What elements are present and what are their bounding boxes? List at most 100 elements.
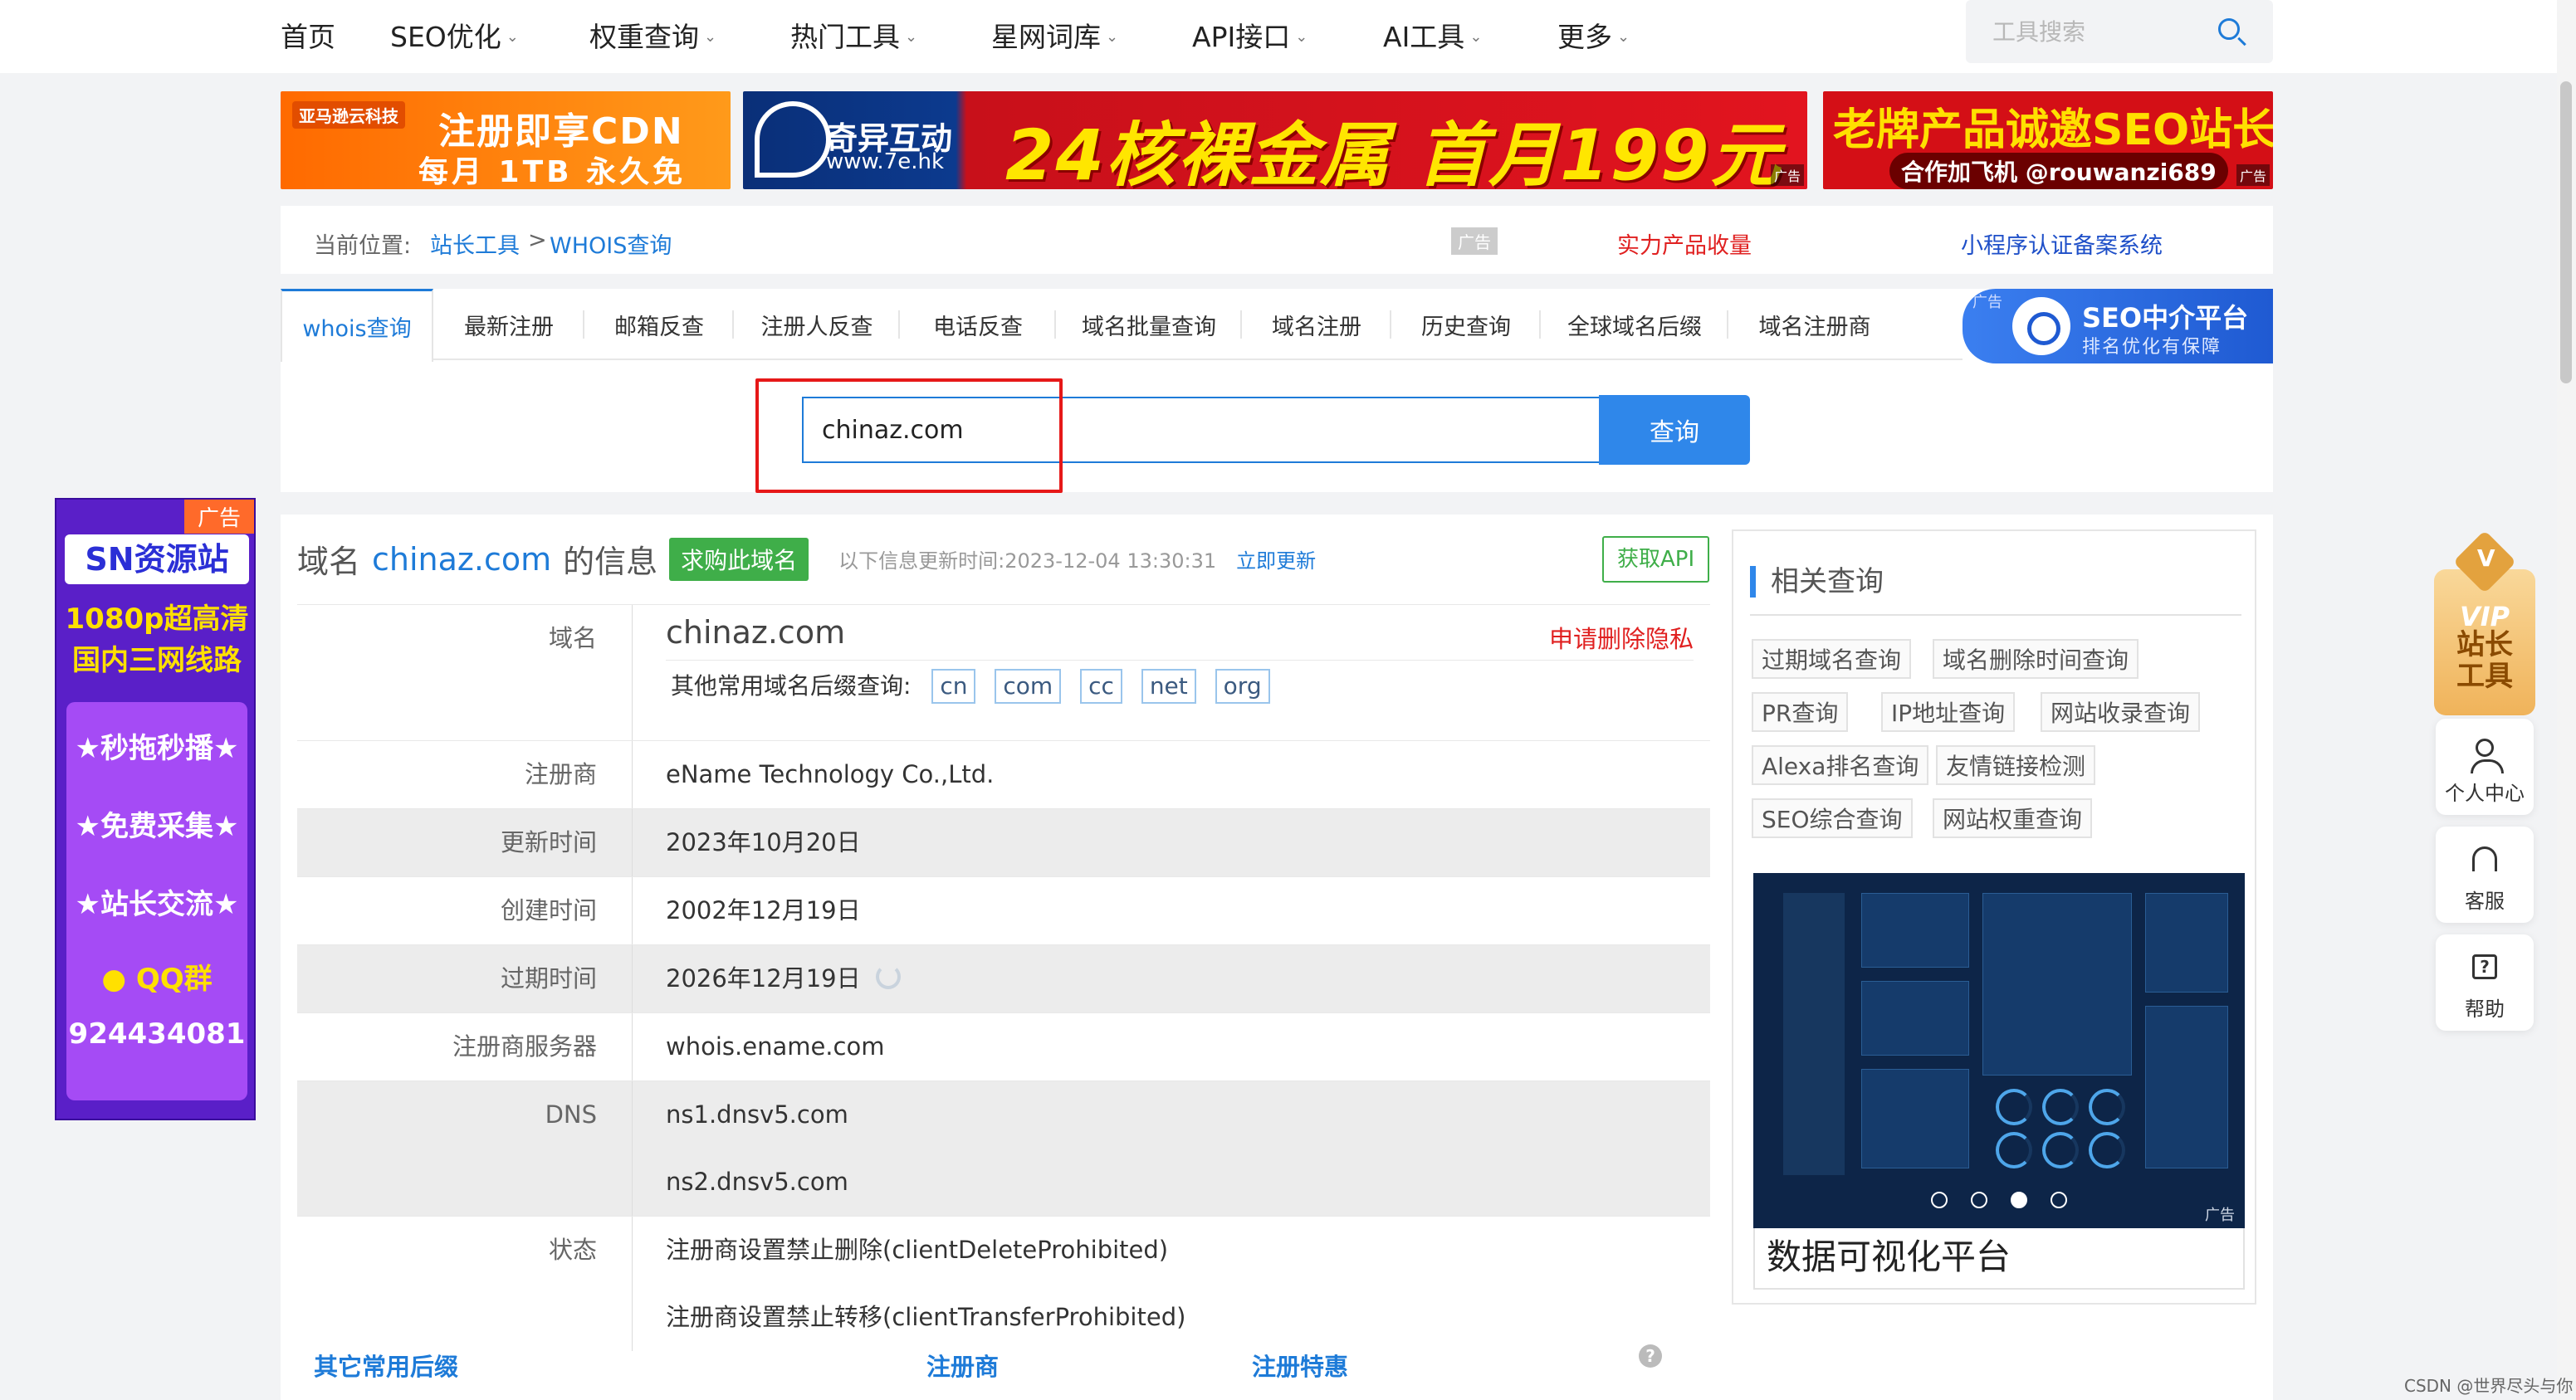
tab-latest-registered[interactable]: 最新注册 bbox=[433, 289, 584, 360]
related-link[interactable]: 网站权重查询 bbox=[1933, 798, 2093, 838]
query-button[interactable]: 查询 bbox=[1599, 395, 1750, 465]
help-icon[interactable]: ? bbox=[1639, 1344, 1662, 1368]
row-key-label: 注册商服务器 bbox=[452, 1032, 597, 1061]
table-row-status: 状态 注册商设置禁止删除(clientDeleteProhibited) 注册商… bbox=[297, 1217, 1710, 1351]
suffix-link-org[interactable]: org bbox=[1215, 669, 1270, 704]
carousel-dot[interactable] bbox=[1971, 1192, 1987, 1208]
tab-history[interactable]: 历史查询 bbox=[1391, 289, 1541, 360]
ad-side-line2: 国内三网线路 bbox=[72, 644, 242, 677]
search-icon[interactable] bbox=[2218, 18, 2240, 40]
ad-dashboard-caption[interactable]: 数据可视化平台 bbox=[1753, 1228, 2245, 1290]
whois-table: 域名 chinaz.com 其他常用域名后缀查询: cn com cc net … bbox=[297, 604, 1710, 1351]
tab-global-suffix[interactable]: 全球域名后缀 bbox=[1541, 289, 1728, 360]
ad-side-line1: 1080p超高清 bbox=[65, 602, 249, 636]
updated-value: 2023年10月20日 bbox=[666, 828, 861, 856]
ad-seo-platform-title: SEO中介平台 bbox=[2082, 302, 2249, 334]
ad-seo-line2: 合作加飞机 @rouwanzi689 bbox=[1889, 153, 2228, 189]
result-domain[interactable]: chinaz.com bbox=[372, 541, 551, 578]
suffix-link-cc[interactable]: cc bbox=[1080, 669, 1122, 704]
update-now-link[interactable]: 立即更新 bbox=[1236, 544, 1316, 573]
row-key-label: 过期时间 bbox=[500, 964, 597, 993]
page-scrollbar-thumb[interactable] bbox=[2560, 81, 2572, 383]
carousel-dot-active[interactable] bbox=[2011, 1192, 2027, 1208]
dashboard-ring-graphic bbox=[2089, 1089, 2125, 1125]
row-key: 域名 bbox=[297, 605, 633, 740]
help-button[interactable]: ? 帮助 bbox=[2436, 934, 2534, 1031]
ad-amazon-cdn[interactable]: 亚马逊云科技 注册即享CDN 每月 1TB 永久免费! bbox=[281, 91, 731, 189]
nav-thesaurus[interactable]: 星网词库 ⌄ bbox=[991, 15, 1118, 55]
suffix-link-net[interactable]: net bbox=[1141, 669, 1196, 704]
row-key: 注册商服务器 bbox=[297, 1013, 633, 1080]
ad-side-qq: ● QQ群 bbox=[56, 956, 257, 997]
whois-tool-panel: whois查询 最新注册 邮箱反查 注册人反查 电话反查 域名批量查询 域名注册… bbox=[281, 289, 2273, 493]
related-link[interactable]: IP地址查询 bbox=[1881, 692, 2016, 732]
user-center-button[interactable]: 个人中心 bbox=[2436, 719, 2534, 815]
nav-weight[interactable]: 权重查询 ⌄ bbox=[589, 15, 716, 55]
tab-phone-reverse[interactable]: 电话反查 bbox=[900, 289, 1056, 360]
headset-icon bbox=[2472, 846, 2497, 871]
ad-side-sn[interactable]: 广告 SN资源站 1080p超高清 国内三网线路 ★秒拖秒播★ ★免费采集★ ★… bbox=[55, 498, 256, 1120]
user-icon bbox=[2471, 739, 2504, 773]
nav-api[interactable]: API接口 ⌄ bbox=[1192, 15, 1308, 55]
related-link[interactable]: SEO综合查询 bbox=[1752, 798, 1913, 838]
tab-email-reverse[interactable]: 邮箱反查 bbox=[584, 289, 734, 360]
related-link[interactable]: 网站收录查询 bbox=[2041, 692, 2201, 732]
related-link[interactable]: 过期域名查询 bbox=[1752, 639, 1912, 679]
suffix-label: 其他常用域名后缀查询: bbox=[671, 672, 912, 700]
promo-link-blue[interactable]: 小程序认证备案系统 bbox=[1961, 227, 2163, 260]
nav-seo-label: SEO优化 bbox=[390, 21, 501, 53]
nav-ai-tools[interactable]: AI工具 ⌄ bbox=[1383, 15, 1482, 55]
tab-label: 电话反查 bbox=[933, 314, 1023, 340]
dns-value: ns1.dnsv5.com bbox=[666, 1100, 848, 1129]
ad-side-qq-number: 924434081 bbox=[68, 1017, 246, 1051]
tool-search-input[interactable] bbox=[1992, 17, 2200, 46]
related-link[interactable]: 友情链接检测 bbox=[1936, 745, 2096, 785]
tab-label: 邮箱反查 bbox=[614, 314, 704, 340]
ad-mark: 广告 bbox=[1451, 227, 1498, 255]
chevron-down-icon: ⌄ bbox=[1617, 27, 1630, 46]
carousel-dot[interactable] bbox=[2051, 1192, 2067, 1208]
ad-qiyi[interactable]: 奇异互动 www.7e.hk 24核裸金属 首月199元 广告 bbox=[743, 91, 1807, 189]
get-api-button[interactable]: 获取API bbox=[1602, 536, 1710, 583]
dashboard-ring-graphic bbox=[1996, 1089, 2032, 1125]
promo-link-red[interactable]: 实力产品收量 bbox=[1617, 227, 1752, 260]
related-link[interactable]: PR查询 bbox=[1752, 692, 1849, 732]
help-icon: ? bbox=[2472, 954, 2497, 979]
related-title: 相关查询 bbox=[1750, 566, 1884, 598]
row-value: 2026年12月19日 bbox=[633, 945, 1710, 1012]
nav-hot-tools[interactable]: 热门工具 ⌄ bbox=[790, 15, 917, 55]
ad-seo-platform[interactable]: 广告 SEO中介平台 排名优化有保障 bbox=[1963, 289, 2273, 363]
registrar-value: eName Technology Co.,Ltd. bbox=[666, 760, 995, 788]
expires-value: 2026年12月19日 bbox=[666, 964, 861, 993]
nav-more[interactable]: 更多 ⌄ bbox=[1557, 15, 1630, 55]
refresh-icon[interactable] bbox=[875, 964, 901, 989]
nav-seo[interactable]: SEO优化 ⌄ bbox=[390, 15, 519, 55]
tab-domain-register[interactable]: 域名注册 bbox=[1242, 289, 1391, 360]
row-value: chinaz.com 其他常用域名后缀查询: cn com cc net org… bbox=[633, 605, 1710, 740]
vip-badge[interactable]: V VIP 站长工具 bbox=[2434, 529, 2535, 715]
ad-seo-partner[interactable]: 老牌产品诚邀SEO站长合作 合作加飞机 @rouwanzi689 广告 bbox=[1823, 91, 2273, 189]
tab-whois[interactable]: whois查询 bbox=[281, 289, 433, 362]
suffix-link-com[interactable]: com bbox=[995, 669, 1062, 704]
related-link[interactable]: Alexa排名查询 bbox=[1752, 745, 1929, 785]
tab-batch-query[interactable]: 域名批量查询 bbox=[1056, 289, 1242, 360]
nav-hot-tools-label: 热门工具 bbox=[790, 21, 900, 53]
row-value: 2002年12月19日 bbox=[633, 877, 1710, 944]
related-link[interactable]: 域名删除时间查询 bbox=[1933, 639, 2139, 679]
chart-icon bbox=[2012, 297, 2070, 355]
update-time: 以下信息更新时间:2023-12-04 13:30:31 bbox=[838, 549, 1217, 573]
ad-mark: 广告 bbox=[2236, 164, 2270, 186]
carousel-dot[interactable] bbox=[1931, 1192, 1948, 1208]
delete-privacy-link[interactable]: 申请删除隐私 bbox=[1549, 620, 1694, 655]
tab-label: 域名注册 bbox=[1272, 314, 1361, 340]
suffix-link-cn[interactable]: cn bbox=[931, 669, 976, 704]
buy-domain-button[interactable]: 求购此域名 bbox=[669, 537, 809, 581]
nav-home[interactable]: 首页 bbox=[281, 15, 335, 55]
tab-registrar[interactable]: 域名注册商 bbox=[1728, 289, 1901, 360]
breadcrumb-current-link[interactable]: WHOIS查询 bbox=[550, 227, 672, 260]
tab-registrant-reverse[interactable]: 注册人反查 bbox=[734, 289, 900, 360]
ad-dashboard-carousel[interactable]: 广告 bbox=[1753, 873, 2245, 1228]
tool-tabs: whois查询 最新注册 邮箱反查 注册人反查 电话反查 域名批量查询 域名注册… bbox=[281, 289, 1963, 362]
breadcrumb-home-link[interactable]: 站长工具 bbox=[430, 227, 520, 260]
customer-service-button[interactable]: 客服 bbox=[2436, 827, 2534, 923]
